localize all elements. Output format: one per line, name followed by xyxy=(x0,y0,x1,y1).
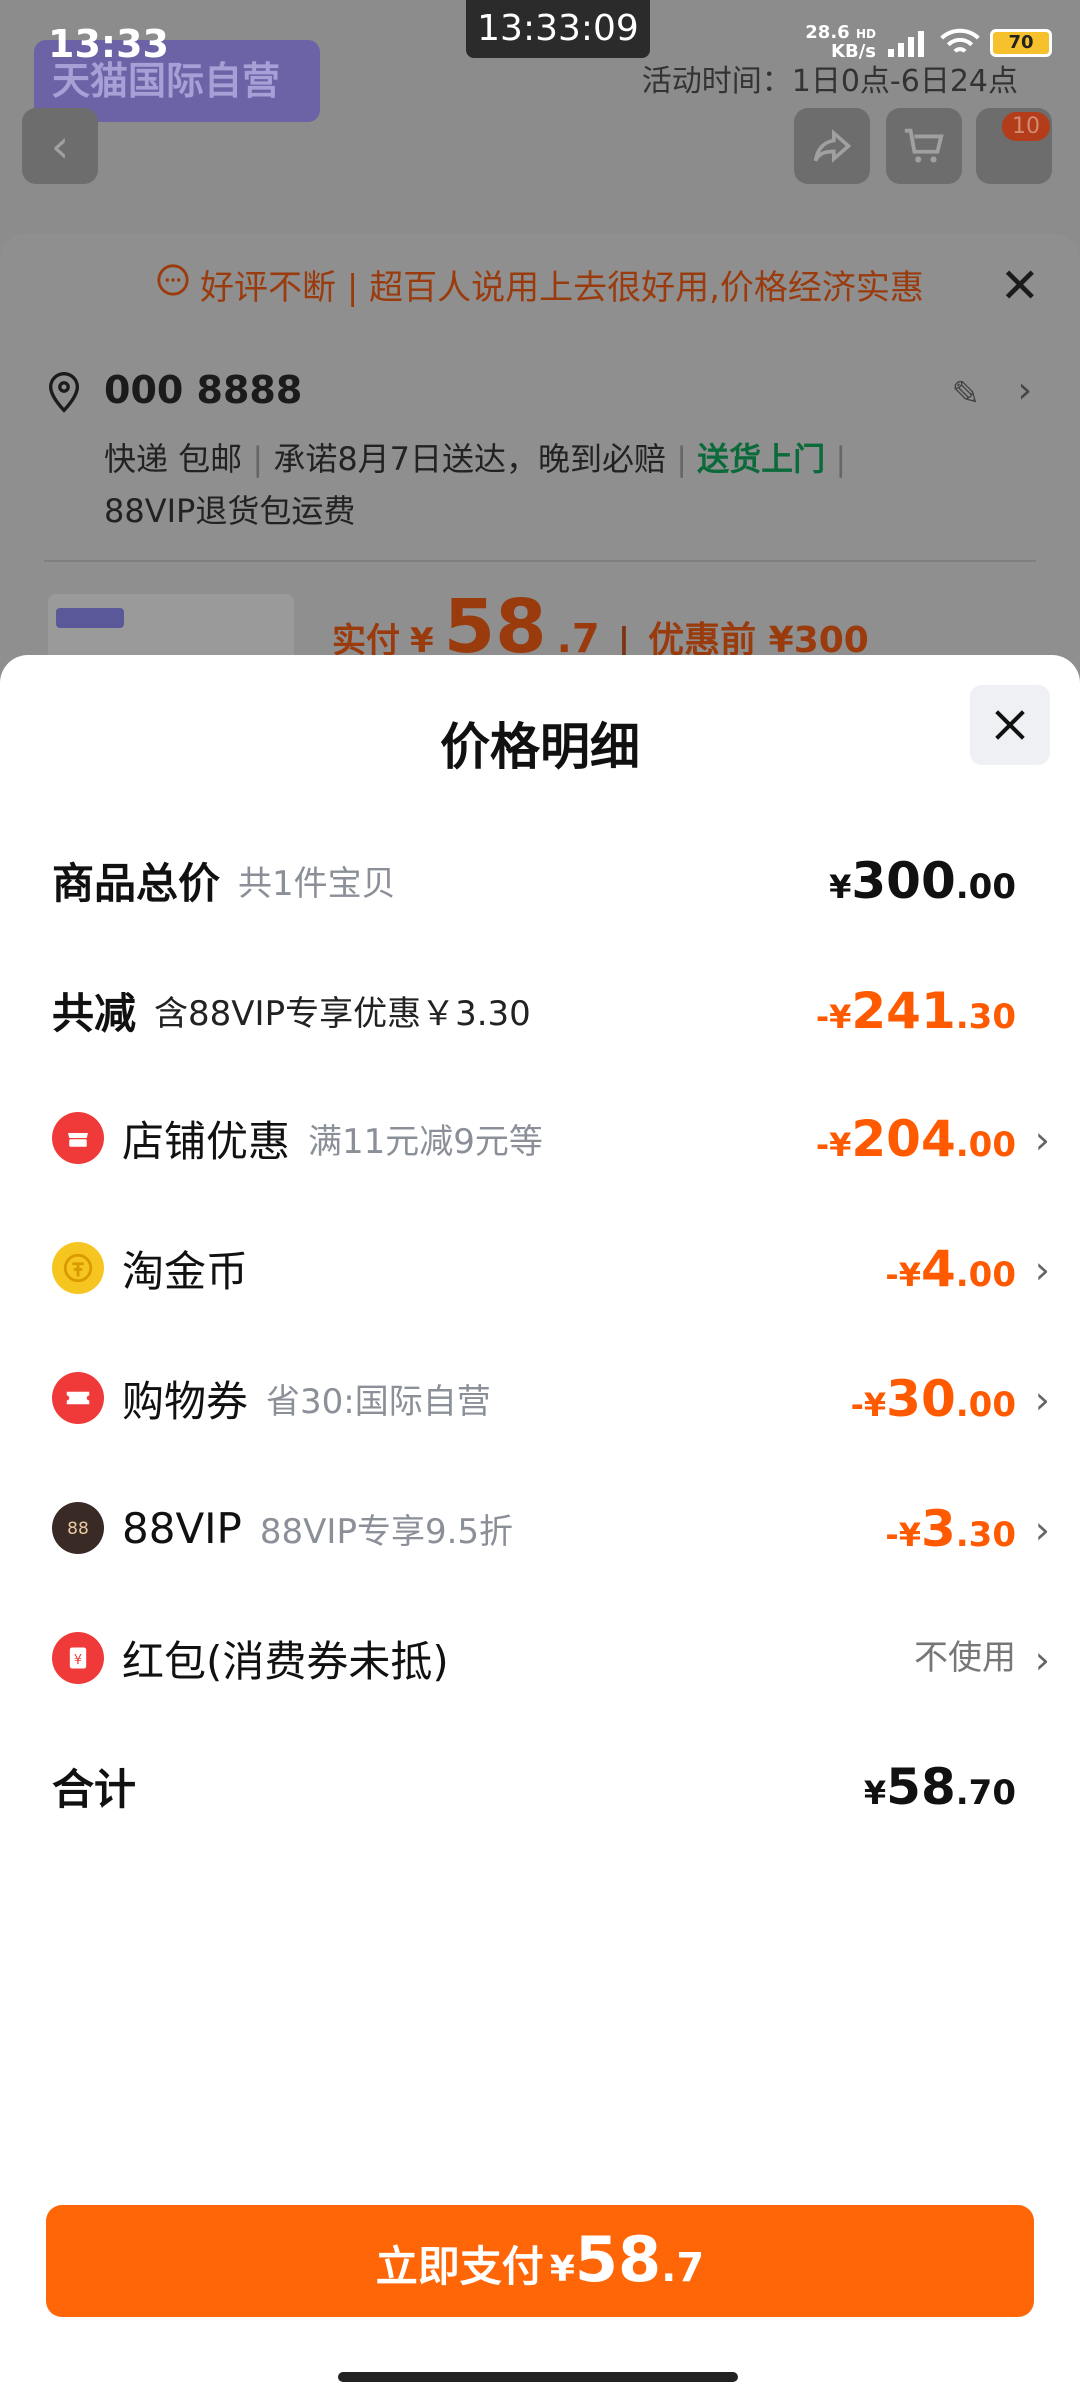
shopping-coupon-currency: -¥ xyxy=(850,1386,887,1424)
taojinbi-currency: -¥ xyxy=(885,1256,921,1294)
close-icon xyxy=(995,710,1025,740)
gold-coin-icon xyxy=(52,1242,104,1294)
shop-discount-currency: -¥ xyxy=(815,1126,852,1164)
sheet-close-button[interactable] xyxy=(970,685,1050,765)
express-text: 快递 包邮 xyxy=(104,440,243,478)
banner-text: 好评不断 | 超百人说用上去很好用,价格经济实惠 xyxy=(200,267,924,308)
vip-label: 88VIP xyxy=(122,1503,242,1553)
goods-total-sub: 共1件宝贝 xyxy=(238,863,396,904)
status-bar: 13:33 13:33:09 28.6 HD KB/s 70 xyxy=(0,0,1080,90)
red-packet-label: 红包(消费券未抵) xyxy=(122,1636,449,1686)
shopping-coupon-label: 购物券 xyxy=(122,1376,249,1426)
banner-close-icon[interactable]: ✕ xyxy=(1000,258,1040,314)
shopping-coupon-sub: 省30:国际自营 xyxy=(266,1381,491,1422)
address-chevron-icon[interactable]: › xyxy=(1018,370,1032,411)
back-button[interactable]: ‹ xyxy=(22,108,98,184)
promise-text: 承诺8月7日送达，晚到必赔 xyxy=(273,440,667,478)
pay-now-label: 立即支付 xyxy=(375,2242,544,2291)
vip-int: 3 xyxy=(920,1500,956,1558)
total-discount-int: 241 xyxy=(851,982,956,1040)
goods-total-int: 300 xyxy=(851,852,956,910)
taojinbi-int: 4 xyxy=(920,1240,956,1298)
total-discount-label: 共减 xyxy=(52,988,137,1038)
chevron-right-icon: › xyxy=(1034,1378,1050,1422)
red-packet-icon: ¥ xyxy=(52,1632,104,1684)
pay-now-button[interactable]: 立即支付 ¥ 58.7 xyxy=(46,2205,1034,2317)
total-discount-sub: 含88VIP专享优惠￥3.30 xyxy=(154,993,531,1034)
total-discount-dec: .30 xyxy=(955,997,1016,1037)
delivery-info: 快递 包邮 | 承诺8月7日送达，晚到必赔 | 送货上门 | xyxy=(104,440,847,478)
chevron-right-icon: › xyxy=(1034,1248,1050,1292)
share-icon xyxy=(813,129,852,163)
wifi-icon xyxy=(940,28,980,53)
shopping-coupon-dec: .00 xyxy=(955,1385,1016,1425)
network-speed: 28.6 HD KB/s xyxy=(805,24,876,61)
cart-count-badge: 10 xyxy=(1002,112,1050,141)
door-delivery-text: 送货上门 xyxy=(697,440,826,478)
shopping-coupon-int: 30 xyxy=(886,1370,956,1428)
review-banner: 好评不断 | 超百人说用上去很好用,价格经济实惠 xyxy=(0,234,1080,334)
shop-icon xyxy=(52,1112,104,1164)
shop-discount-sub: 满11元减9元等 xyxy=(308,1121,543,1162)
cart-button[interactable] xyxy=(886,108,962,184)
chat-icon xyxy=(156,263,190,306)
goods-total-dec: .00 xyxy=(955,867,1016,907)
grand-total-currency: ¥ xyxy=(863,1774,887,1812)
sheet-title: 价格明细 xyxy=(440,718,640,776)
grand-total-dec: .70 xyxy=(955,1773,1016,1813)
vip-dec: .30 xyxy=(955,1515,1016,1555)
chevron-right-icon: › xyxy=(1034,1638,1050,1682)
row-shopping-coupon[interactable]: 购物券 省30:国际自营 -¥30.00 › xyxy=(0,1358,1080,1438)
return-shipping-text: 88VIP退货包运费 xyxy=(104,492,356,530)
chevron-right-icon: › xyxy=(1034,1508,1050,1552)
row-taojinbi[interactable]: 淘金币 -¥4.00 › xyxy=(0,1228,1080,1308)
svg-text:¥: ¥ xyxy=(74,1653,82,1668)
address-name[interactable]: 000 8888 xyxy=(104,368,302,412)
pay-now-int: 58 xyxy=(574,2223,662,2296)
row-shop-discount[interactable]: 店铺优惠 满11元减9元等 -¥204.00 › xyxy=(0,1098,1080,1178)
screen-record-time: 13:33:09 xyxy=(466,0,650,58)
goods-total-currency: ¥ xyxy=(829,868,852,906)
shop-discount-dec: .00 xyxy=(955,1125,1016,1165)
battery-icon: 70 xyxy=(990,28,1052,57)
home-indicator[interactable] xyxy=(338,2372,738,2382)
coupon-icon xyxy=(52,1372,104,1424)
row-grand-total: 合计 ¥58.70 xyxy=(0,1746,1080,1826)
goods-total-label: 商品总价 xyxy=(52,858,221,908)
row-goods-total: 商品总价 共1件宝贝 ¥300.00 xyxy=(0,840,1080,920)
cart-icon xyxy=(904,128,944,163)
shop-discount-int: 204 xyxy=(851,1110,956,1168)
net-speed-unit: KB/s xyxy=(831,41,876,62)
grand-total-int: 58 xyxy=(886,1758,956,1816)
red-packet-value: 不使用 xyxy=(914,1638,1016,1678)
taojinbi-dec: .00 xyxy=(955,1255,1016,1295)
row-88vip[interactable]: 88 88VIP 88VIP专享9.5折 -¥3.30 › xyxy=(0,1488,1080,1568)
order-card: 好评不断 | 超百人说用上去很好用,价格经济实惠 ✕ 000 8888 ✎ › … xyxy=(0,234,1080,714)
edit-icon[interactable]: ✎ xyxy=(952,374,981,414)
vip-88-icon: 88 xyxy=(52,1502,104,1554)
shop-discount-label: 店铺优惠 xyxy=(122,1116,291,1166)
pay-now-dec: .7 xyxy=(661,2245,705,2291)
row-red-packet[interactable]: ¥ 红包(消费券未抵) 不使用 › xyxy=(0,1618,1080,1698)
divider xyxy=(44,560,1036,562)
chevron-right-icon: › xyxy=(1034,1118,1050,1162)
share-button[interactable] xyxy=(794,108,870,184)
vip-currency: -¥ xyxy=(885,1516,921,1554)
grand-total-label: 合计 xyxy=(52,1764,137,1814)
location-pin-icon xyxy=(48,371,80,413)
vip-sub: 88VIP专享9.5折 xyxy=(259,1511,514,1552)
total-discount-currency: -¥ xyxy=(815,998,852,1036)
net-type: HD xyxy=(855,27,876,41)
svg-text:88: 88 xyxy=(67,1519,89,1539)
net-speed-value: 28.6 xyxy=(805,22,850,43)
status-time: 13:33 xyxy=(48,22,169,66)
taojinbi-label: 淘金币 xyxy=(122,1246,249,1296)
message-button[interactable]: 10 xyxy=(976,108,1052,184)
pay-now-currency: ¥ xyxy=(549,2249,575,2290)
signal-icon xyxy=(888,30,924,57)
row-total-discount: 共减 含88VIP专享优惠￥3.30 -¥241.30 xyxy=(0,970,1080,1050)
